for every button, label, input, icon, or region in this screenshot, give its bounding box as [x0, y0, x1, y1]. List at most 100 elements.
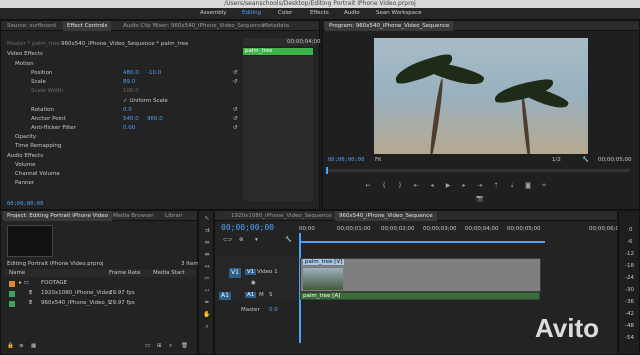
lift-icon[interactable]: ⇡	[492, 182, 500, 190]
track-select-tool-icon[interactable]: ⇉	[203, 227, 211, 235]
list-view-icon[interactable]: ≡	[19, 343, 24, 349]
reset-scale-icon[interactable]: ↺	[233, 79, 238, 85]
timeline-settings-icon[interactable]: 🔧	[285, 237, 292, 243]
timeline-ruler[interactable]: 00;00 00;00;01;00 00;00;02;00 00;00;03;0…	[299, 225, 545, 234]
program-playhead[interactable]	[326, 167, 328, 174]
reset-rotation-icon[interactable]: ↺	[233, 107, 238, 113]
project-row-footage[interactable]: ▸ ▭ FOOTAGE	[5, 280, 195, 288]
linked-selection-icon[interactable]: ⊗	[239, 237, 244, 243]
project-row-seq2[interactable]: ⩩ 960x540_iPhone_Video_S 29.97 fps	[5, 300, 195, 308]
reset-position-icon[interactable]: ↺	[233, 70, 238, 76]
export-frame-icon[interactable]: ◙	[524, 182, 532, 190]
mark-out-icon[interactable]: }	[396, 182, 404, 190]
razor-tool-icon[interactable]: ✂	[203, 275, 211, 283]
column-name[interactable]: Name	[9, 270, 25, 276]
channel-volume-effect[interactable]: Channel Volume	[15, 171, 60, 177]
v1-source-patch[interactable]: V1	[229, 268, 241, 278]
tab-program[interactable]: Program: 960x540_iPhone_Video_Sequence	[325, 21, 454, 31]
settings-icon[interactable]: +	[540, 182, 548, 190]
go-to-out-icon[interactable]: ⇥	[476, 182, 484, 190]
lock-icon[interactable]: 🔒	[7, 343, 14, 349]
video-clip[interactable]: palm_tree [V]	[300, 258, 541, 292]
a1-track-toggle[interactable]: A1	[245, 292, 257, 298]
volume-effect[interactable]: Volume	[15, 162, 35, 168]
time-remapping-effect[interactable]: Time Remapping	[15, 143, 61, 149]
new-bin-icon[interactable]: ▭	[145, 343, 150, 349]
mini-timeline-clip[interactable]: palm_tree	[243, 48, 313, 55]
step-forward-icon[interactable]: ▸	[460, 182, 468, 190]
go-to-in-icon[interactable]: ⇤	[412, 182, 420, 190]
zoom-tool-icon[interactable]: ⌕	[203, 323, 211, 331]
program-scrub-bar[interactable]	[326, 169, 630, 172]
workspace-assembly[interactable]: Assembly	[200, 10, 227, 16]
wrench-icon[interactable]: 🔧	[582, 157, 589, 163]
ripple-edit-tool-icon[interactable]: ⇹	[203, 239, 211, 247]
opacity-effect[interactable]: Opacity	[15, 134, 36, 140]
add-marker-icon[interactable]: ↩	[364, 182, 372, 190]
rotation-value[interactable]: 0.0	[123, 107, 132, 113]
v1-track-toggle[interactable]: V1	[245, 269, 257, 275]
column-frame-rate[interactable]: Frame Rate	[109, 270, 141, 276]
hand-tool-icon[interactable]: ✋	[203, 311, 211, 319]
master-clip-label[interactable]: Master * palm_tree	[7, 41, 60, 47]
resolution-dropdown[interactable]: 1/2	[552, 157, 561, 163]
find-icon[interactable]: ⌕	[169, 343, 172, 350]
new-item-icon[interactable]: ⊞	[157, 343, 162, 349]
project-row-seq1[interactable]: ⩩ 1920x1080_iPhone_Video 29.97 fps	[5, 290, 195, 298]
camera-icon[interactable]: 📷	[476, 195, 484, 203]
extract-icon[interactable]: ⇣	[508, 182, 516, 190]
mute-button[interactable]: M	[259, 292, 264, 298]
column-media-start[interactable]: Media Start	[153, 270, 185, 276]
pen-tool-icon[interactable]: ✒	[203, 299, 211, 307]
workspace-color[interactable]: Color	[278, 10, 292, 16]
selection-tool-icon[interactable]: ↖	[203, 215, 211, 223]
tab-source[interactable]: Source: surfboard	[3, 21, 60, 31]
uniform-scale-checkbox[interactable]: ✓ Uniform Scale	[123, 98, 168, 104]
motion-effect[interactable]: Motion	[15, 61, 34, 67]
tab-audio-clip-mixer[interactable]: Audio Clip Mixer: 960x540_iPhone_Video_S…	[119, 21, 269, 31]
master-track-value[interactable]: 0.0	[269, 307, 278, 313]
play-icon[interactable]: ▶	[444, 182, 452, 190]
workspace-editing[interactable]: Editing	[242, 10, 261, 16]
work-area-bar[interactable]	[299, 241, 545, 243]
program-timecode[interactable]: 00;00;00;00	[328, 157, 364, 163]
a1-source-patch[interactable]: A1	[219, 292, 231, 300]
mark-in-icon[interactable]: {	[380, 182, 388, 190]
snap-icon[interactable]: ⊂⊃	[223, 237, 232, 243]
scale-value[interactable]: 89.0	[123, 79, 135, 85]
position-x-value[interactable]: 480.0	[123, 70, 139, 76]
panner-effect[interactable]: Panner	[15, 180, 34, 186]
tab-libraries[interactable]: Librari	[161, 211, 187, 221]
solo-button[interactable]: S	[269, 292, 273, 298]
timeline-timecode[interactable]: 00;00;00;00	[221, 223, 274, 232]
meter-tick: -18	[625, 263, 634, 269]
rolling-edit-tool-icon[interactable]: ⇼	[203, 251, 211, 259]
fit-dropdown[interactable]: Fit	[375, 157, 381, 163]
antiflicker-value[interactable]: 0.00	[123, 125, 135, 131]
clear-icon[interactable]: 🗑	[181, 343, 188, 349]
step-back-icon[interactable]: ◂	[428, 182, 436, 190]
add-marker-icon[interactable]: ▾	[255, 237, 258, 243]
effect-controls-timecode[interactable]: 00;00;00;00	[7, 201, 43, 207]
reset-anchor-icon[interactable]: ↺	[233, 116, 238, 122]
position-y-value[interactable]: -10.0	[147, 70, 161, 76]
tab-metadata[interactable]: Metadata	[259, 21, 293, 31]
slip-tool-icon[interactable]: ⇿	[203, 287, 211, 295]
workspace-effects[interactable]: Effects	[310, 10, 329, 16]
rate-stretch-tool-icon[interactable]: ↔	[203, 263, 211, 271]
audio-clip[interactable]: palm_tree [A]	[300, 292, 540, 300]
workspace-audio[interactable]: Audio	[344, 10, 360, 16]
tab-sequence-540[interactable]: 960x540_iPhone_Video_Sequence	[335, 211, 437, 221]
icon-view-icon[interactable]: ▦	[31, 343, 36, 349]
eye-icon[interactable]: ◉	[251, 280, 256, 286]
tab-sequence-1080[interactable]: 1920x1080_iPhone_Video_Sequence	[227, 211, 336, 221]
reset-antiflicker-icon[interactable]: ↺	[233, 125, 238, 131]
workspace-sean[interactable]: Sean Workspace	[376, 10, 422, 16]
sequence-clip-label[interactable]: 960x540_iPhone_Video_Sequence * palm_tre…	[61, 41, 188, 47]
tab-project[interactable]: Project: Editing Portrait iPhone Video	[3, 211, 113, 221]
project-thumbnail	[7, 225, 53, 257]
tab-effect-controls[interactable]: Effect Controls	[63, 21, 112, 31]
tab-media-browser[interactable]: Media Browser	[109, 211, 158, 221]
anchor-y-value[interactable]: 960.0	[147, 116, 163, 122]
anchor-x-value[interactable]: 540.0	[123, 116, 139, 122]
